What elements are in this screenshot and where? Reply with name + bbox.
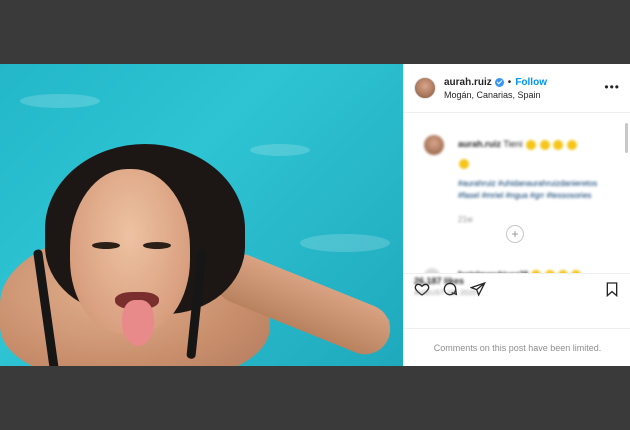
caption-author[interactable]: aurah.ruiz: [458, 139, 501, 149]
more-options-icon[interactable]: •••: [604, 80, 620, 94]
water-ripple: [20, 94, 100, 108]
photo-subject-eye: [92, 242, 120, 249]
post-header-text: aurah.ruiz • Follow Mogán, Canarias, Spa…: [444, 77, 547, 100]
post-date[interactable]: AUGUST 15, 2020: [414, 290, 477, 297]
post-header: aurah.ruiz • Follow Mogán, Canarias, Spa…: [404, 64, 630, 113]
emoji-icon: [526, 139, 537, 150]
verified-badge-icon: [494, 77, 504, 87]
comments-scrollbar[interactable]: [625, 123, 628, 153]
emoji-icon: [459, 158, 469, 169]
username-link[interactable]: aurah.ruiz: [444, 77, 492, 88]
instagram-post: aurah.ruiz • Follow Mogán, Canarias, Spa…: [0, 64, 630, 366]
follow-button[interactable]: Follow: [515, 77, 547, 88]
comments-section: aurah.ruiz Tieni #aurahruiz #uhidanaurah…: [404, 113, 630, 273]
caption-text: Tieni: [503, 139, 523, 149]
caption-timestamp: 21w: [458, 215, 473, 224]
water-ripple: [300, 234, 390, 252]
caption-avatar[interactable]: [424, 135, 444, 155]
emoji-icon: [539, 139, 550, 150]
caption-line: aurah.ruiz Tieni: [458, 139, 577, 150]
likes-count[interactable]: 26,187 likes: [414, 276, 464, 286]
post-sidebar: aurah.ruiz • Follow Mogán, Canarias, Spa…: [403, 64, 630, 366]
water-ripple: [250, 144, 310, 156]
photo-subject-eye: [143, 242, 171, 249]
post-photo[interactable]: [0, 64, 403, 366]
username-row: aurah.ruiz • Follow: [444, 77, 547, 88]
comments-limited-notice: Comments on this post have been limited.: [404, 328, 630, 366]
load-more-comments-button[interactable]: +: [506, 225, 524, 243]
avatar[interactable]: [414, 77, 436, 99]
emoji-icon: [553, 139, 564, 150]
separator-dot: •: [507, 76, 512, 88]
location-link[interactable]: Mogán, Canarias, Spain: [444, 90, 547, 100]
emoji-icon: [566, 139, 577, 150]
bookmark-icon[interactable]: [604, 281, 620, 297]
caption-emoji-row: [458, 155, 469, 173]
caption-hashtags[interactable]: #aurahruiz #uhidanaurahruizdanieretos #f…: [458, 178, 618, 202]
photo-subject-tongue: [122, 300, 154, 346]
